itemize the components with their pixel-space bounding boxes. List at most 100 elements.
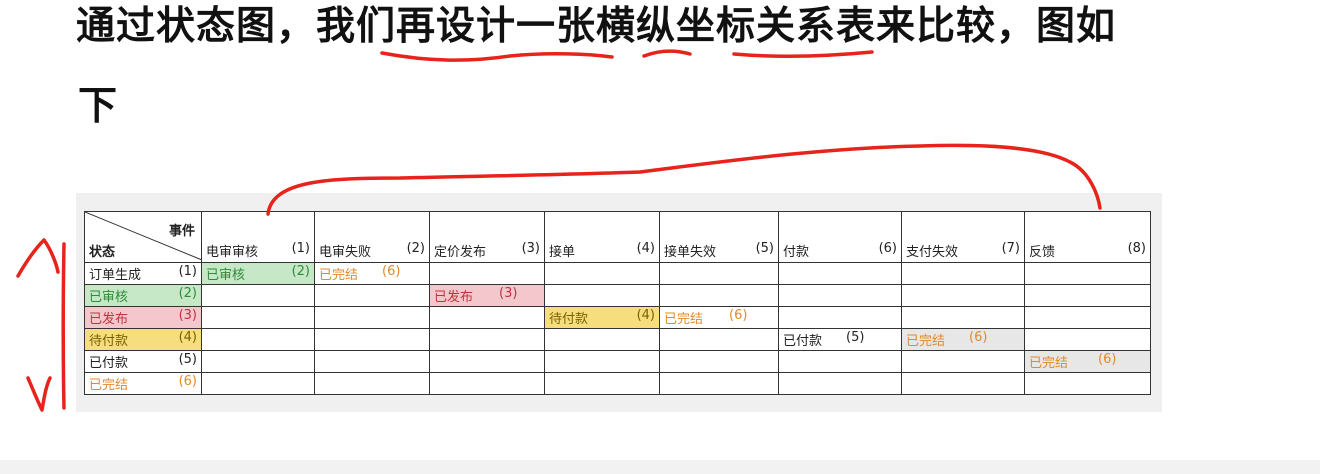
event-num: (4) [636, 241, 655, 256]
empty-cell [544, 262, 660, 285]
empty-cell [901, 262, 1025, 285]
state-header: 已发布 (3) [84, 306, 202, 329]
table-row: 订单生成 (1) 已审核 (2) 已完结 (6) [84, 262, 1151, 285]
empty-cell [901, 284, 1025, 307]
transition-cell: 已审核 (2) [201, 262, 315, 285]
empty-cell [544, 328, 660, 351]
underline-stroke [642, 49, 692, 58]
empty-cell [778, 262, 902, 285]
transition-cell: 已付款 (5) [778, 328, 902, 351]
empty-cell [201, 306, 315, 329]
heading-line-2: 下 [78, 84, 118, 129]
event-label: 接单 [549, 245, 576, 260]
empty-cell [429, 306, 545, 329]
empty-cell [1024, 284, 1151, 307]
state-label: 待付款 [89, 334, 129, 349]
corner-state-label: 状态 [89, 245, 116, 260]
event-header: 电审失败 (2) [314, 211, 430, 263]
event-header: 付款 (6) [778, 211, 902, 263]
event-label: 电审审核 [206, 245, 259, 260]
empty-cell [1024, 262, 1151, 285]
target-num: (6) [969, 330, 988, 345]
table-row: 待付款 (4) 已付款 (5) 已完结 (6) [84, 328, 1151, 351]
event-num: (7) [1001, 241, 1020, 256]
table-row: 已审核 (2) 已发布 (3) [84, 284, 1151, 307]
state-header: 已完结 (6) [84, 372, 202, 395]
transition-cell: 已完结 (6) [901, 328, 1025, 351]
state-label: 订单生成 [89, 268, 142, 283]
empty-cell [314, 306, 430, 329]
header-row: 事件 状态 电审审核 (1) 电审失败 (2) 定价发布 (3) 接单 (4) 接单失效… [84, 211, 1151, 263]
underline-stroke [380, 51, 614, 62]
empty-cell [429, 372, 545, 395]
event-num: (2) [406, 241, 425, 256]
empty-cell [778, 350, 902, 373]
target-num: (6) [1098, 352, 1117, 367]
table-row: 已付款 (5) 已完结 (6) [84, 350, 1151, 373]
event-label: 支付失效 [906, 245, 959, 260]
empty-cell [901, 306, 1025, 329]
empty-cell [429, 350, 545, 373]
target-num: (3) [499, 286, 518, 301]
event-label: 付款 [783, 245, 810, 260]
empty-cell [659, 328, 779, 351]
event-num: (1) [291, 241, 310, 256]
empty-cell [659, 350, 779, 373]
table-row: 已发布 (3) 待付款 (4) 已完结 (6) [84, 306, 1151, 329]
empty-cell [314, 350, 430, 373]
arrow-up [16, 238, 60, 278]
transition-cell: 已完结 (6) [1024, 350, 1151, 373]
empty-cell [901, 372, 1025, 395]
state-label: 已付款 [89, 356, 129, 371]
target-state: 已发布 [434, 290, 474, 305]
empty-cell [201, 372, 315, 395]
empty-cell [659, 372, 779, 395]
empty-cell [659, 262, 779, 285]
empty-cell [778, 306, 902, 329]
event-label: 定价发布 [434, 245, 487, 260]
target-state: 已付款 [783, 334, 823, 349]
target-num: (5) [846, 330, 865, 345]
empty-cell [544, 350, 660, 373]
empty-cell [1024, 328, 1151, 351]
transition-cell: 已完结 (6) [659, 306, 779, 329]
empty-cell [314, 284, 430, 307]
event-header: 接单失效 (5) [659, 211, 779, 263]
state-header: 待付款 (4) [84, 328, 202, 351]
empty-cell [544, 284, 660, 307]
state-num: (2) [178, 286, 197, 301]
arc-over-states [61, 242, 66, 410]
table-row: 已完结 (6) [84, 372, 1151, 395]
event-label: 反馈 [1029, 245, 1056, 260]
target-num: (6) [729, 308, 748, 323]
state-label: 已审核 [89, 290, 129, 305]
event-num: (8) [1127, 241, 1146, 256]
bottom-bar [0, 460, 1320, 474]
state-num: (6) [178, 374, 197, 389]
event-header: 接单 (4) [544, 211, 660, 263]
empty-cell [314, 328, 430, 351]
target-num: (6) [382, 264, 401, 279]
empty-cell [1024, 306, 1151, 329]
state-num: (4) [178, 330, 197, 345]
state-label: 已发布 [89, 312, 129, 327]
empty-cell [901, 350, 1025, 373]
state-num: (3) [178, 308, 197, 323]
target-num: (4) [636, 308, 655, 323]
empty-cell [778, 284, 902, 307]
target-state: 已完结 [319, 268, 359, 283]
empty-cell [429, 328, 545, 351]
event-num: (3) [521, 241, 540, 256]
target-state: 待付款 [549, 312, 589, 327]
corner-cell: 事件 状态 [84, 211, 202, 263]
corner-event-label: 事件 [168, 224, 195, 239]
event-header: 电审审核 (1) [201, 211, 315, 263]
empty-cell [201, 350, 315, 373]
state-num: (1) [178, 264, 197, 279]
state-header: 订单生成 (1) [84, 262, 202, 285]
empty-cell [1024, 372, 1151, 395]
event-header: 定价发布 (3) [429, 211, 545, 263]
target-num: (2) [291, 264, 310, 279]
empty-cell [778, 372, 902, 395]
underline-stroke [732, 50, 874, 58]
